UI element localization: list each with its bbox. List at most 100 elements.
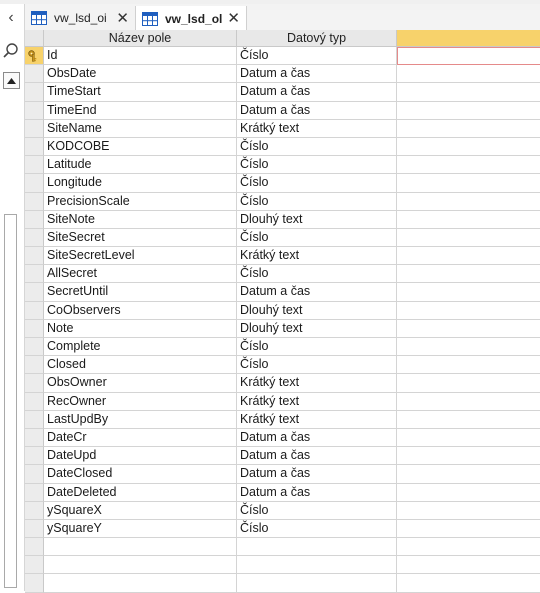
- description-cell[interactable]: [397, 174, 540, 193]
- description-cell[interactable]: [397, 374, 540, 393]
- row-selector[interactable]: [25, 174, 44, 193]
- row-selector[interactable]: [25, 392, 44, 411]
- data-type-cell[interactable]: Číslo: [237, 356, 397, 375]
- description-cell[interactable]: [397, 302, 540, 320]
- field-name-cell[interactable]: SiteNote: [44, 210, 237, 229]
- row-selector[interactable]: [25, 301, 44, 320]
- data-type-cell[interactable]: Datum a čas: [237, 447, 397, 466]
- table-row[interactable]: DateClosed Datum a čas: [25, 465, 540, 484]
- field-name-cell[interactable]: [44, 574, 237, 593]
- data-type-cell[interactable]: Krátký text: [237, 410, 397, 429]
- description-cell[interactable]: [397, 356, 540, 375]
- table-row[interactable]: ySquareX Číslo: [25, 501, 540, 520]
- description-cell[interactable]: [397, 556, 540, 575]
- description-cell[interactable]: [397, 538, 540, 557]
- table-row[interactable]: PrecisionScale Číslo: [25, 192, 540, 211]
- description-header[interactable]: [397, 30, 540, 47]
- table-row[interactable]: [25, 574, 540, 593]
- data-type-cell[interactable]: Číslo: [237, 174, 397, 193]
- field-name-cell[interactable]: DateUpd: [44, 447, 237, 466]
- description-cell[interactable]: [397, 283, 540, 302]
- field-name-cell[interactable]: SiteSecret: [44, 228, 237, 248]
- row-selector[interactable]: [25, 83, 44, 102]
- field-name-cell[interactable]: DateClosed: [44, 465, 237, 484]
- row-selector[interactable]: [25, 247, 44, 266]
- table-row[interactable]: SiteNote Dlouhý text: [25, 210, 540, 229]
- description-cell[interactable]: [397, 465, 540, 484]
- table-row[interactable]: ySquareY Číslo: [25, 519, 540, 539]
- scroll-up-icon[interactable]: [3, 72, 20, 89]
- table-row[interactable]: [25, 556, 540, 575]
- table-row[interactable]: TimeEnd Datum a čas: [25, 101, 540, 120]
- field-name-cell[interactable]: TimeStart: [44, 83, 237, 102]
- table-row[interactable]: LastUpdBy Krátký text: [25, 410, 540, 429]
- table-row[interactable]: DateDeleted Datum a čas: [25, 483, 540, 502]
- row-selector[interactable]: [25, 483, 44, 502]
- row-selector[interactable]: [25, 156, 44, 175]
- description-cell[interactable]: [397, 102, 540, 120]
- data-type-cell[interactable]: Číslo: [237, 137, 397, 157]
- data-type-cell[interactable]: Datum a čas: [237, 283, 397, 302]
- field-name-cell[interactable]: CoObservers: [44, 301, 237, 320]
- tab-vw-lsd-oi[interactable]: vw_lsd_oi ✕: [31, 6, 135, 30]
- table-row[interactable]: DateUpd Datum a čas: [25, 447, 540, 466]
- data-type-cell[interactable]: Datum a čas: [237, 101, 397, 120]
- data-type-cell[interactable]: Datum a čas: [237, 483, 397, 502]
- data-type-cell[interactable]: Číslo: [237, 156, 397, 175]
- data-type-header[interactable]: Datový typ: [237, 30, 397, 47]
- table-row[interactable]: Note Dlouhý text: [25, 319, 540, 338]
- chevron-left-icon[interactable]: ‹: [4, 9, 18, 27]
- field-name-cell[interactable]: ySquareX: [44, 501, 237, 520]
- field-name-cell[interactable]: Complete: [44, 338, 237, 357]
- row-selector[interactable]: [25, 538, 44, 557]
- data-type-cell[interactable]: Číslo: [237, 519, 397, 539]
- data-type-cell[interactable]: Dlouhý text: [237, 210, 397, 229]
- table-row[interactable]: Closed Číslo: [25, 356, 540, 375]
- data-type-cell[interactable]: Číslo: [237, 228, 397, 248]
- description-cell[interactable]: [397, 247, 540, 266]
- table-row[interactable]: ObsDate Datum a čas: [25, 65, 540, 84]
- data-type-cell[interactable]: Datum a čas: [237, 65, 397, 84]
- table-row[interactable]: DateCr Datum a čas: [25, 428, 540, 448]
- description-cell[interactable]: [397, 47, 540, 66]
- field-name-cell[interactable]: Note: [44, 319, 237, 338]
- select-all-header[interactable]: [25, 30, 44, 47]
- row-selector[interactable]: [25, 265, 44, 284]
- field-name-cell[interactable]: AllSecret: [44, 265, 237, 284]
- row-selector[interactable]: [25, 192, 44, 211]
- row-selector[interactable]: [25, 501, 44, 520]
- data-type-cell[interactable]: Datum a čas: [237, 465, 397, 484]
- table-row[interactable]: RecOwner Krátký text: [25, 392, 540, 411]
- table-row[interactable]: [25, 538, 540, 557]
- row-selector[interactable]: [25, 428, 44, 448]
- description-cell[interactable]: [397, 229, 540, 248]
- data-type-cell[interactable]: Krátký text: [237, 392, 397, 411]
- field-name-cell[interactable]: ObsOwner: [44, 374, 237, 393]
- description-cell[interactable]: [397, 120, 540, 138]
- data-type-cell[interactable]: Datum a čas: [237, 428, 397, 448]
- field-name-cell[interactable]: Id: [44, 47, 237, 66]
- table-row[interactable]: SiteSecret Číslo: [25, 228, 540, 248]
- description-cell[interactable]: [397, 65, 540, 84]
- description-cell[interactable]: [397, 83, 540, 102]
- close-icon[interactable]: ✕: [116, 11, 129, 26]
- row-selector[interactable]: [25, 356, 44, 375]
- description-cell[interactable]: [397, 138, 540, 157]
- row-selector[interactable]: [25, 465, 44, 484]
- description-cell[interactable]: [397, 320, 540, 338]
- description-cell[interactable]: [397, 411, 540, 429]
- row-selector[interactable]: [25, 47, 44, 66]
- field-name-cell[interactable]: LastUpdBy: [44, 410, 237, 429]
- row-selector[interactable]: [25, 447, 44, 466]
- tab-vw-lsd-ol[interactable]: vw_lsd_ol ✕: [135, 6, 247, 31]
- data-type-cell[interactable]: Číslo: [237, 192, 397, 211]
- table-row[interactable]: TimeStart Datum a čas: [25, 83, 540, 102]
- data-type-cell[interactable]: Dlouhý text: [237, 319, 397, 338]
- row-selector[interactable]: [25, 283, 44, 302]
- data-type-cell[interactable]: Krátký text: [237, 374, 397, 393]
- description-cell[interactable]: [397, 156, 540, 175]
- description-cell[interactable]: [397, 429, 540, 448]
- field-name-cell[interactable]: RecOwner: [44, 392, 237, 411]
- row-selector[interactable]: [25, 519, 44, 539]
- field-name-cell[interactable]: Closed: [44, 356, 237, 375]
